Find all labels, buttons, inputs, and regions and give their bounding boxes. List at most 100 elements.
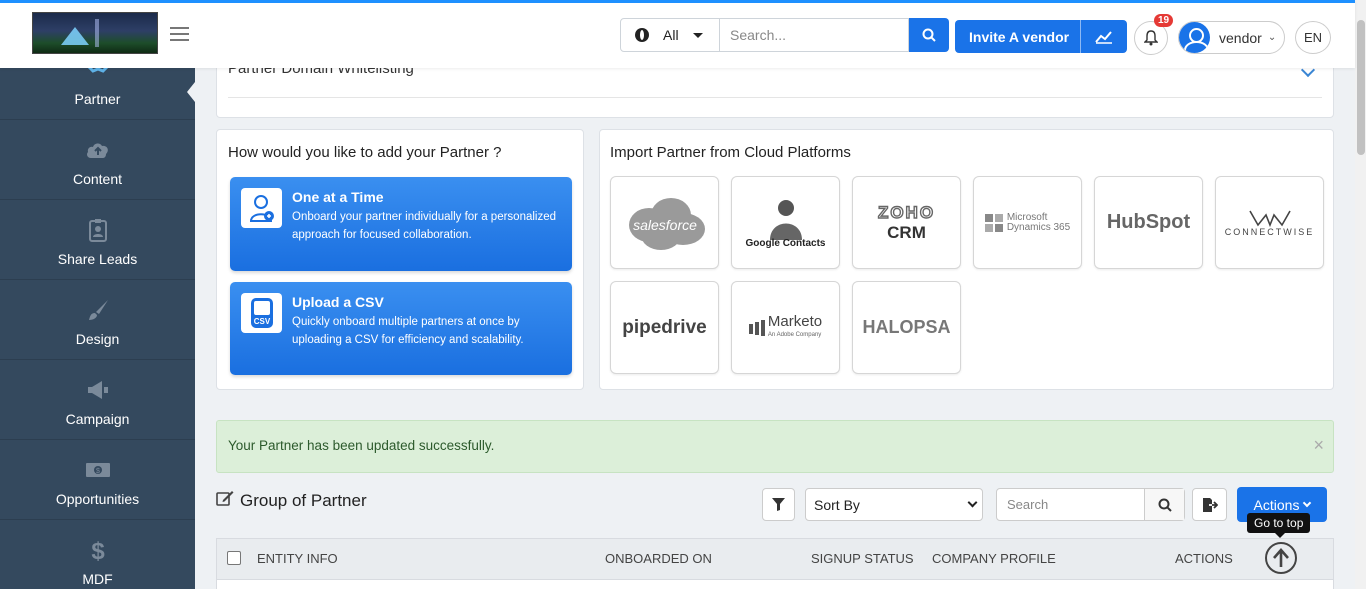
export-icon — [1202, 497, 1218, 512]
table-search-input[interactable] — [997, 489, 1144, 520]
analytics-button[interactable] — [1081, 30, 1127, 44]
search-icon — [922, 28, 936, 42]
one-at-a-time-option[interactable]: One at a Time Onboard your partner indiv… — [230, 177, 572, 271]
chevron-down-icon — [1303, 498, 1312, 508]
sidebar-item-share-leads[interactable]: Share Leads — [0, 200, 195, 280]
csv-file-icon: CSV — [241, 293, 282, 333]
sidebar-item-mdf[interactable]: $ MDF — [0, 520, 195, 589]
halopsa-tile[interactable]: HALOPSA — [852, 281, 961, 374]
user-name: vendor — [1219, 29, 1262, 46]
column-header-entity-info[interactable]: ENTITY INFO — [257, 551, 338, 566]
marketo-name: Marketo — [767, 313, 823, 330]
sidebar-item-partner[interactable]: Partner — [0, 63, 195, 120]
filter-icon — [772, 498, 785, 511]
sidebar-item-content[interactable]: Content — [0, 120, 195, 200]
google-contacts-logo-icon — [769, 200, 802, 240]
google-contacts-tile[interactable]: Google Contacts — [731, 176, 840, 269]
success-alert: Your Partner has been updated successful… — [216, 420, 1334, 473]
halopsa-name: HALOPSA — [862, 317, 951, 337]
chevron-down-icon — [967, 497, 978, 508]
marketo-tile[interactable]: Marketo An Adobe Company — [731, 281, 840, 374]
marketo-logo-icon — [748, 319, 765, 336]
microsoft-dynamics-tile[interactable]: Microsoft Dynamics 365 — [973, 176, 1082, 269]
option-description: Onboard your partner individually for a … — [292, 211, 557, 241]
microsoft-name: Microsoft — [1006, 211, 1048, 223]
close-icon[interactable]: × — [1313, 435, 1324, 456]
sidebar-item-label: Partner — [74, 91, 121, 107]
connectwise-logo-icon — [1248, 210, 1291, 227]
zoho-crm-tile[interactable]: ZOHO CRM — [852, 176, 961, 269]
svg-text:$: $ — [96, 468, 100, 475]
sort-by-select[interactable]: Sort By — [805, 488, 983, 521]
global-search-input[interactable] — [720, 18, 909, 52]
page-scrollbar[interactable] — [1355, 0, 1366, 589]
sort-by-label: Sort By — [814, 496, 860, 513]
microsoft-sub: Dynamics 365 — [1006, 221, 1071, 233]
marketo-sub: An Adobe Company — [767, 332, 822, 338]
invite-vendor-button[interactable]: Invite A vendor — [955, 20, 1127, 53]
column-header-onboarded-on[interactable]: ONBOARDED ON — [605, 551, 712, 566]
edit-icon — [216, 490, 234, 511]
column-header-company-profile[interactable]: COMPANY PROFILE — [932, 551, 1056, 566]
table-search-button[interactable] — [1144, 489, 1184, 520]
user-avatar-icon — [1179, 22, 1210, 53]
salesforce-logo-icon: salesforce — [628, 197, 705, 250]
group-of-partner-heading: Group of Partner — [216, 490, 367, 511]
salesforce-tile[interactable]: salesforce — [610, 176, 719, 269]
import-platforms-card: Import Partner from Cloud Platforms sale… — [599, 129, 1334, 390]
cloud-upload-icon — [85, 137, 111, 163]
scrollbar-thumb[interactable] — [1357, 20, 1365, 155]
invite-vendor-label: Invite A vendor — [969, 28, 1070, 45]
table-search-group — [996, 488, 1185, 521]
group-title-text: Group of Partner — [240, 490, 367, 510]
sidebar: Partner Content Share Leads Design Campa… — [0, 63, 195, 589]
google-contacts-name: Google Contacts — [745, 238, 826, 249]
sidebar-item-label: MDF — [82, 571, 113, 587]
megaphone-icon — [85, 377, 111, 403]
sidebar-item-campaign[interactable]: Campaign — [0, 360, 195, 440]
actions-label: Actions — [1253, 496, 1300, 513]
sidebar-item-opportunities[interactable]: $ Opportunities — [0, 440, 195, 520]
select-all-checkbox[interactable] — [227, 551, 241, 565]
global-search-group: All — [620, 18, 949, 52]
column-header-signup-status[interactable]: SIGNUP STATUS — [811, 551, 914, 566]
salesforce-name: salesforce — [633, 217, 697, 233]
export-button[interactable] — [1192, 488, 1227, 521]
add-partner-card: How would you like to add your Partner ?… — [216, 129, 584, 390]
search-button[interactable] — [909, 18, 949, 52]
top-header: All Invite A vendor 19 vendor ⌄ EN — [0, 0, 1355, 68]
upload-csv-option[interactable]: CSV Upload a CSV Quickly onboard multipl… — [230, 282, 572, 375]
notification-count-badge: 19 — [1154, 14, 1174, 27]
partner-table-header: ENTITY INFO ONBOARDED ON SIGNUP STATUS C… — [216, 538, 1334, 580]
sidebar-item-label: Opportunities — [55, 491, 140, 507]
pipedrive-name: pipedrive — [622, 316, 707, 338]
svg-text:$: $ — [91, 538, 105, 563]
language-selector[interactable]: EN — [1295, 21, 1331, 54]
company-logo[interactable] — [32, 12, 158, 54]
hubspot-tile[interactable]: HubSpot — [1094, 176, 1203, 269]
dollar-icon: $ — [85, 537, 111, 563]
option-title: Upload a CSV — [292, 294, 384, 310]
go-to-top-tooltip: Go to top — [1247, 513, 1311, 538]
pipedrive-tile[interactable]: pipedrive — [610, 281, 719, 374]
filter-button[interactable] — [762, 488, 795, 521]
search-scope-label: All — [663, 27, 679, 43]
connectwise-tile[interactable]: CONNECTWISE — [1215, 176, 1324, 269]
microsoft-logo-icon — [984, 213, 1003, 232]
bell-icon — [1144, 30, 1158, 46]
go-to-top-button[interactable] — [1265, 542, 1297, 574]
caret-down-icon — [692, 32, 703, 38]
chevron-down-icon: ⌄ — [1267, 32, 1277, 43]
add-user-icon — [241, 188, 282, 228]
search-scope-dropdown[interactable]: All — [620, 18, 720, 52]
csv-badge-text: CSV — [253, 317, 270, 326]
import-title: Import Partner from Cloud Platforms — [610, 144, 851, 161]
line-chart-icon — [1095, 30, 1112, 44]
user-menu-dropdown[interactable]: vendor ⌄ — [1178, 21, 1285, 54]
hamburger-menu-icon[interactable] — [170, 27, 189, 41]
sidebar-item-design[interactable]: Design — [0, 280, 195, 360]
clipboard-user-icon — [85, 217, 111, 243]
sidebar-item-label: Content — [72, 171, 123, 187]
sidebar-item-label: Share Leads — [57, 251, 138, 267]
sidebar-item-label: Campaign — [65, 411, 130, 427]
